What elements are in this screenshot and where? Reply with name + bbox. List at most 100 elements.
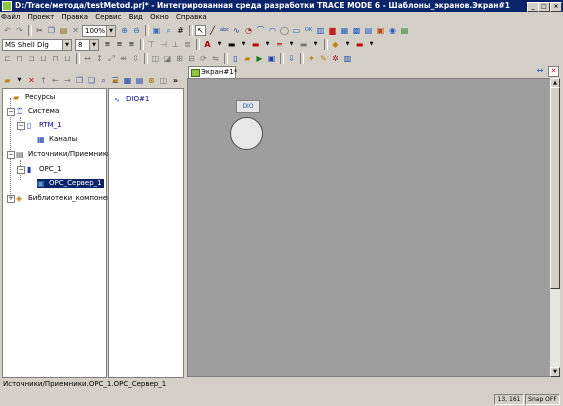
undo-icon[interactable]: ↶ — [2, 25, 13, 36]
table-tool-icon[interactable]: ▦ — [339, 25, 350, 36]
align-right-icon[interactable]: ≡ — [126, 39, 137, 50]
font-name-select[interactable]: MS Shell Dlg ▼ — [2, 38, 72, 51]
chevron-down-icon[interactable]: ▼ — [238, 39, 249, 50]
chevron-down-icon[interactable]: ▼ — [262, 39, 273, 50]
chevron-down-icon[interactable]: ▼ — [14, 75, 25, 86]
ok-button-tool-icon[interactable]: OK — [303, 25, 314, 36]
align-objects-middle-icon[interactable]: ⊓ — [50, 53, 61, 64]
line-tool-icon[interactable]: ╱ — [207, 25, 218, 36]
new-component-icon[interactable]: ▰ — [110, 75, 121, 86]
scroll-down-icon[interactable]: ▼ — [550, 367, 560, 377]
space-horizontal-icon[interactable]: ⇹ — [118, 53, 129, 64]
same-height-icon[interactable]: ↕ — [94, 53, 105, 64]
menu-window[interactable]: Окно — [150, 13, 169, 21]
paste-icon[interactable]: ▤ — [58, 25, 69, 36]
align-objects-top-icon[interactable]: ⊔ — [38, 53, 49, 64]
align-objects-bottom-icon[interactable]: ⊔ — [62, 53, 73, 64]
video-tool-icon[interactable]: ▣ — [375, 25, 386, 36]
align-center-icon[interactable]: ≡ — [114, 39, 125, 50]
menu-project[interactable]: Проект — [28, 13, 55, 21]
collapse-icon[interactable]: − — [17, 166, 25, 174]
align-middle-icon[interactable]: ⊣ — [158, 39, 169, 50]
menu-service[interactable]: Сервис — [95, 13, 121, 21]
open-folder-icon[interactable]: ▰ — [242, 53, 253, 64]
snap-status[interactable]: Snap OFF — [525, 394, 560, 405]
trend-tool-icon[interactable]: ▥ — [315, 25, 326, 36]
left-arrow-icon[interactable]: ← — [50, 75, 61, 86]
align-left-icon[interactable]: ≡ — [102, 39, 113, 50]
close-tab-icon[interactable]: ✕ — [548, 66, 559, 77]
rotate-icon[interactable]: ⟳ — [198, 53, 209, 64]
tab-screen1[interactable]: Экран#1* — [188, 66, 237, 78]
grid-icon[interactable]: # — [175, 25, 186, 36]
zoom-select-icon[interactable]: ⌕ — [163, 25, 174, 36]
tree-item-rtm1[interactable]: ▯ RTM_1 — [27, 121, 62, 130]
collapse-icon[interactable]: − — [7, 151, 15, 159]
collapse-icon[interactable]: − — [17, 122, 25, 130]
zoom-select[interactable]: 100% ▼ — [82, 24, 116, 37]
ungroup-icon[interactable]: ⊟ — [186, 53, 197, 64]
align-objects-right-icon[interactable]: ⊐ — [26, 53, 37, 64]
same-width-icon[interactable]: ↔ — [82, 53, 93, 64]
indicator-circle[interactable] — [230, 117, 263, 150]
space-vertical-icon[interactable]: ⇳ — [130, 53, 141, 64]
font-size-select[interactable]: 8 ▼ — [75, 38, 99, 51]
collapse-icon[interactable]: − — [7, 108, 15, 116]
up-level-icon[interactable]: ↑ — [38, 75, 49, 86]
ellipse-tool-icon[interactable]: ◯ — [279, 25, 290, 36]
pin-icon[interactable]: ✎ — [318, 53, 329, 64]
tree-item-system[interactable]: ♖ Система — [16, 107, 59, 116]
report-tool-icon[interactable]: ▤ — [399, 25, 410, 36]
send-back-icon[interactable]: ◪ — [162, 53, 173, 64]
copy-icon[interactable]: ❐ — [46, 25, 57, 36]
line-style-icon[interactable]: ▬ — [250, 39, 261, 50]
menu-edit[interactable]: Правка — [61, 13, 88, 21]
properties-icon[interactable]: ▥ — [342, 53, 353, 64]
save-icon[interactable]: ▣ — [266, 53, 277, 64]
group-icon[interactable]: ⊞ — [174, 53, 185, 64]
cut-icon[interactable]: ✂ — [34, 25, 45, 36]
image-tool-icon[interactable]: ▩ — [351, 25, 362, 36]
template-icon[interactable]: ▤ — [134, 75, 145, 86]
zoom-in-icon[interactable]: ⊕ — [119, 25, 130, 36]
find-icon[interactable]: ⌕ — [98, 75, 109, 86]
flip-icon[interactable]: ⇋ — [210, 53, 221, 64]
right-arrow-icon[interactable]: → — [62, 75, 73, 86]
bar-tool-icon[interactable]: ▆ — [327, 25, 338, 36]
chevron-down-icon[interactable]: ▼ — [286, 39, 297, 50]
justify-icon[interactable]: ≣ — [182, 39, 193, 50]
alarm-tool-icon[interactable]: ◉ — [387, 25, 398, 36]
tree-item-channels[interactable]: ▦ Каналы — [37, 135, 77, 144]
menu-view[interactable]: Вид — [129, 13, 143, 21]
dio-element-label[interactable]: DIO — [236, 100, 260, 113]
close-button[interactable]: × — [550, 2, 562, 12]
paste-icon[interactable]: ❏ — [86, 75, 97, 86]
chevron-down-icon[interactable]: ▼ — [310, 39, 321, 50]
same-size-icon[interactable]: ⤢ — [106, 53, 117, 64]
magic-wand-icon[interactable]: ✦ — [306, 53, 317, 64]
open-folder-icon[interactable]: ▰ — [2, 75, 13, 86]
delete-icon[interactable]: ✕ — [26, 75, 37, 86]
scroll-thumb[interactable] — [550, 87, 560, 289]
zoom-out-icon[interactable]: ⊖ — [131, 25, 142, 36]
tree-item-sources[interactable]: ▤ Источники/Приемники — [16, 150, 112, 159]
tree-item-opc1[interactable]: ▮ OPC_1 — [27, 165, 62, 174]
curve-tool-icon[interactable]: ⌒ — [255, 25, 266, 36]
font-color-icon[interactable]: A — [202, 39, 213, 50]
tree-item-resources[interactable]: ▰ Ресурсы — [13, 93, 55, 102]
align-top-icon[interactable]: ⊤ — [146, 39, 157, 50]
run-icon[interactable]: ▶ — [254, 53, 265, 64]
menu-help[interactable]: Справка — [176, 13, 207, 21]
chevron-down-icon[interactable]: ▼ — [214, 39, 225, 50]
split-view-icon[interactable]: ◫ — [158, 75, 169, 86]
chevron-down-icon[interactable]: ▼ — [342, 39, 353, 50]
text-tool-icon[interactable]: abc — [219, 25, 230, 36]
line-end-icon[interactable]: ▬ — [298, 39, 309, 50]
vertical-scrollbar[interactable]: ▲ ▼ — [550, 78, 560, 377]
line-color-icon[interactable]: ▬ — [226, 39, 237, 50]
delete-icon[interactable]: ✕ — [70, 25, 81, 36]
debug-bug-icon[interactable]: ✲ — [330, 53, 341, 64]
align-bottom-icon[interactable]: ⊥ — [170, 39, 181, 50]
binoculars-icon[interactable]: ⊛ — [146, 75, 157, 86]
double-chevron-right-icon[interactable]: » — [170, 75, 181, 86]
